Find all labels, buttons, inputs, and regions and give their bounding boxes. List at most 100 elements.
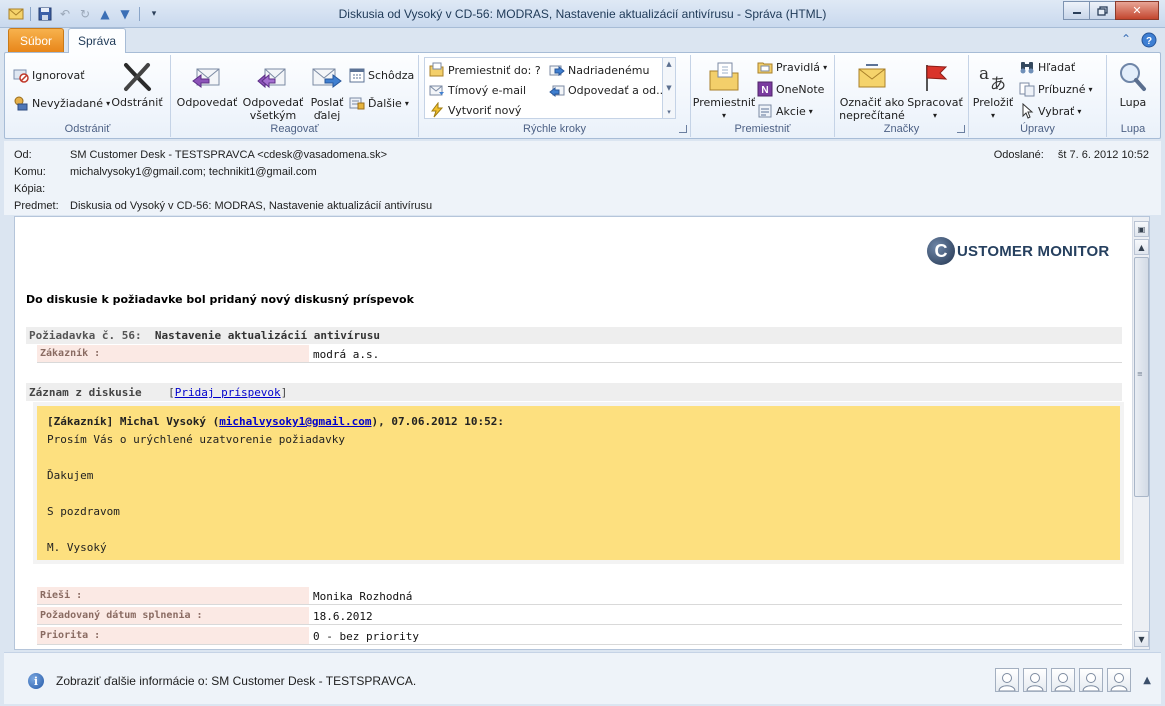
reply-label: Odpovedať bbox=[176, 96, 238, 109]
post-line: M. Vysoký bbox=[47, 541, 107, 554]
forward-button[interactable]: Poslať ďalej bbox=[305, 61, 349, 122]
cc-label: Kópia: bbox=[14, 183, 46, 195]
group-label-quick-steps: Rýchle kroky bbox=[523, 123, 586, 135]
translate-button[interactable]: aあ Preložiť ▾ bbox=[971, 61, 1015, 122]
field-value: 0 - bez priority bbox=[313, 630, 419, 643]
ignore-icon bbox=[13, 67, 29, 83]
close-button[interactable]: ✕ bbox=[1115, 1, 1159, 20]
avatar[interactable] bbox=[1051, 668, 1075, 692]
ribbon-tabs: Súbor Správa ⌃ ? bbox=[0, 28, 1165, 53]
request-label: Požiadavka č. 56: bbox=[29, 329, 142, 342]
rules-label: Pravidlá bbox=[776, 60, 821, 74]
avatar[interactable] bbox=[1023, 668, 1047, 692]
mark-unread-label-2: neprečítané bbox=[839, 109, 905, 122]
meeting-label: Schôdza bbox=[368, 68, 415, 82]
group-label-editing: Úpravy bbox=[1020, 123, 1055, 135]
scroll-up-button[interactable]: ▲ bbox=[1134, 239, 1149, 255]
scroll-down-icon[interactable]: ▼ bbox=[666, 84, 671, 92]
avatar[interactable] bbox=[1107, 668, 1131, 692]
onenote-button[interactable]: N OneNote bbox=[757, 81, 824, 97]
discussion-bar: Záznam z diskusie [Pridaj príspevok] bbox=[26, 383, 1122, 401]
ignore-label: Ignorovať bbox=[32, 68, 85, 82]
more-respond-button[interactable]: Ďalšie ▾ bbox=[349, 95, 409, 111]
scroll-grip-icon: ≡ bbox=[1137, 370, 1143, 378]
quick-step-create-new[interactable]: Vytvoriť nový bbox=[429, 101, 521, 118]
follow-up-label: Spracovať bbox=[907, 96, 963, 109]
header-from-row: Od: SM Customer Desk - TESTSPRAVCA <cdes… bbox=[14, 149, 387, 161]
tab-file[interactable]: Súbor bbox=[8, 28, 64, 52]
split-view-icon[interactable]: ▣ bbox=[1134, 221, 1149, 237]
help-icon[interactable]: ? bbox=[1141, 32, 1157, 51]
tab-message[interactable]: Správa bbox=[68, 28, 126, 53]
message-body: C USTOMER MONITOR Do diskusie k požiadav… bbox=[14, 216, 1150, 650]
dropdown-arrow-icon: ▾ bbox=[990, 111, 995, 120]
delete-button[interactable]: Odstrániť bbox=[109, 61, 165, 109]
forward-arrow-icon bbox=[549, 62, 565, 78]
onenote-icon: N bbox=[757, 81, 773, 97]
title-bar: ↶ ↻ ▲ ▼ ▾ Diskusia od Vysoký v CD-56: MO… bbox=[0, 0, 1165, 28]
junk-button[interactable]: Nevyžiadané ▾ bbox=[13, 95, 110, 111]
post-line: Prosím Vás o urýchlené uzatvorenie požia… bbox=[47, 433, 346, 446]
dropdown-arrow-icon: ▾ bbox=[404, 98, 409, 108]
rules-button[interactable]: Pravidlá ▾ bbox=[757, 59, 827, 75]
expand-people-pane-icon[interactable]: ▲ bbox=[1143, 675, 1151, 686]
quick-step-to-manager[interactable]: Nadriadenému bbox=[549, 62, 649, 78]
move-folder-icon bbox=[708, 61, 740, 93]
message-heading: Do diskusie k požiadavke bol pridaný nov… bbox=[26, 293, 414, 306]
mark-unread-button[interactable]: Označiť ako neprečítané bbox=[837, 61, 907, 122]
to-value[interactable]: michalvysoky1@gmail.com; technikit1@gmai… bbox=[70, 166, 317, 178]
add-post-link[interactable]: Pridaj príspevok bbox=[175, 386, 281, 399]
customer-row: Zákazník : modrá a.s. bbox=[37, 345, 1122, 363]
reply-all-button[interactable]: Odpovedať všetkým bbox=[241, 61, 305, 122]
post-author-email-link[interactable]: michalvysoky1@gmail.com bbox=[219, 415, 371, 428]
field-label: Rieši : bbox=[37, 587, 309, 604]
svg-text:a: a bbox=[979, 64, 989, 84]
group-respond: Odpovedať Odpovedať všetkým Poslať ďalej… bbox=[171, 55, 419, 137]
minimize-ribbon-icon[interactable]: ⌃ bbox=[1121, 32, 1131, 51]
quick-step-reply-delete[interactable]: Odpovedať a od... bbox=[549, 82, 667, 98]
sent-value: št 7. 6. 2012 10:52 bbox=[1057, 149, 1149, 161]
follow-up-button[interactable]: Spracovať ▾ bbox=[907, 61, 963, 122]
avatar[interactable] bbox=[995, 668, 1019, 692]
onenote-label: OneNote bbox=[776, 82, 825, 96]
minimize-button[interactable] bbox=[1063, 1, 1090, 20]
related-button[interactable]: Príbuzné ▾ bbox=[1019, 81, 1093, 97]
related-label: Príbuzné bbox=[1038, 82, 1086, 96]
expand-gallery-icon[interactable]: ▾ bbox=[667, 108, 671, 116]
reply-icon bbox=[191, 61, 223, 93]
header-cc-row: Kópia: bbox=[14, 183, 70, 195]
quick-steps-scroll[interactable]: ▲ ▼ ▾ bbox=[662, 58, 675, 118]
field-value: Monika Rozhodná bbox=[313, 590, 413, 603]
from-label: Od: bbox=[14, 149, 32, 161]
post-line: Ďakujem bbox=[47, 469, 94, 482]
maximize-button[interactable] bbox=[1089, 1, 1116, 20]
move-button[interactable]: Premiestniť ▾ bbox=[693, 61, 755, 122]
group-zoom: Lupa Lupa bbox=[1107, 55, 1159, 137]
post-author-suffix: ), 07.06.2012 10:52: bbox=[371, 415, 504, 428]
quick-steps-launcher[interactable] bbox=[679, 125, 687, 133]
ignore-button[interactable]: Ignorovať bbox=[13, 67, 85, 83]
meeting-button[interactable]: Schôdza bbox=[349, 67, 414, 83]
cursor-icon bbox=[1019, 102, 1035, 119]
people-pane-info[interactable]: Zobraziť ďalšie informácie o: SM Custome… bbox=[56, 674, 416, 688]
avatar[interactable] bbox=[1079, 668, 1103, 692]
quick-step-move-to[interactable]: Premiestniť do: ? bbox=[429, 62, 541, 78]
quick-step-team-email[interactable]: Tímový e-mail bbox=[429, 82, 526, 98]
reply-button[interactable]: Odpovedať bbox=[177, 61, 237, 109]
find-label: Hľadať bbox=[1038, 60, 1076, 74]
dropdown-arrow-icon: ▾ bbox=[823, 62, 828, 72]
dropdown-arrow-icon: ▾ bbox=[721, 111, 726, 120]
from-value[interactable]: SM Customer Desk - TESTSPRAVCA <cdesk@va… bbox=[70, 149, 387, 161]
people-pane: i Zobraziť ďalšie informácie o: SM Custo… bbox=[4, 652, 1161, 704]
scroll-down-button[interactable]: ▼ bbox=[1134, 631, 1149, 647]
mark-unread-label-1: Označiť ako bbox=[839, 96, 905, 109]
quick-step-label: Premiestniť do: ? bbox=[448, 63, 541, 77]
zoom-button[interactable]: Lupa bbox=[1109, 61, 1157, 109]
tags-launcher[interactable] bbox=[957, 125, 965, 133]
scroll-up-icon[interactable]: ▲ bbox=[666, 60, 671, 68]
actions-button[interactable]: Akcie ▾ bbox=[757, 103, 813, 119]
vertical-scrollbar[interactable]: ▣ ▲ ≡ ▼ bbox=[1132, 217, 1149, 649]
find-button[interactable]: Hľadať bbox=[1019, 59, 1075, 75]
delete-x-icon bbox=[121, 61, 153, 93]
select-button[interactable]: Vybrať ▾ bbox=[1019, 102, 1081, 119]
